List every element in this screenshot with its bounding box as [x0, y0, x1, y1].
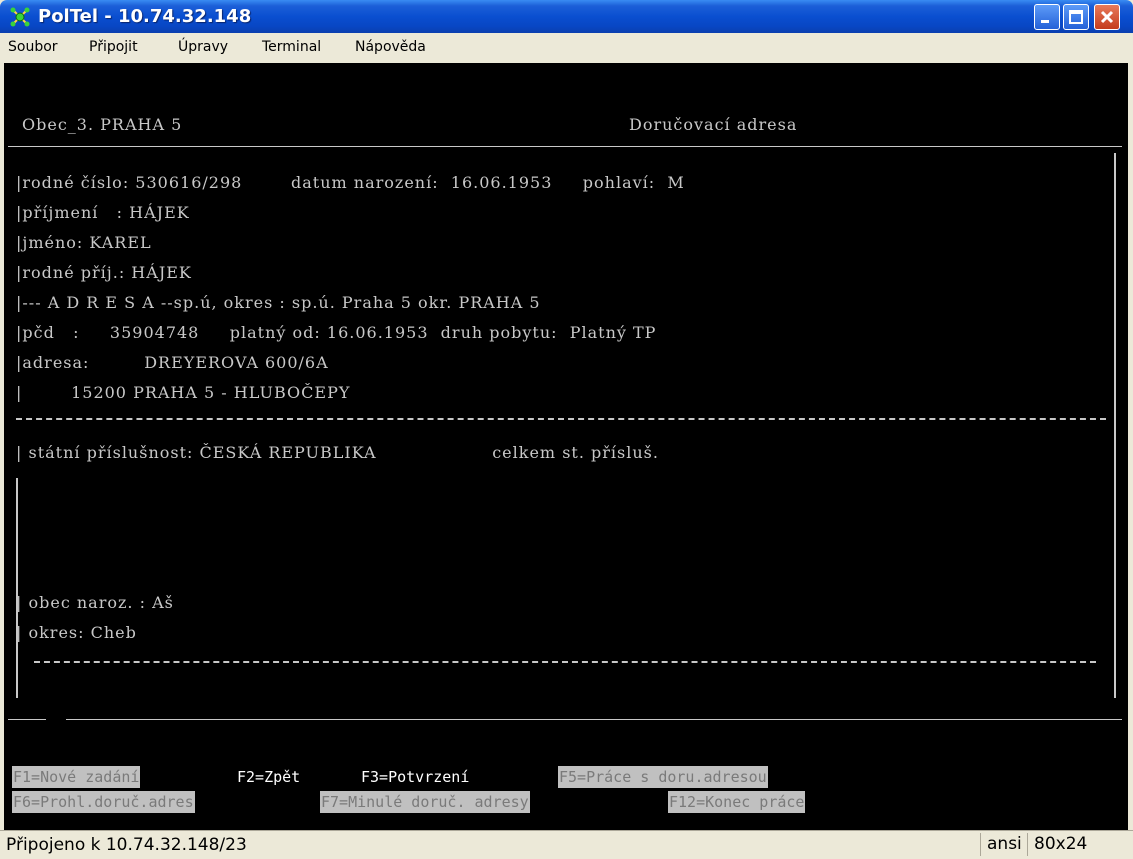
header-screen-title: Doručovací adresa [629, 115, 798, 134]
menu-upravy[interactable]: Úpravy [178, 39, 228, 55]
status-bar: Připojeno k 10.74.32.148/23 ansi 80x24 [0, 830, 1133, 859]
minimize-button[interactable] [1034, 4, 1060, 30]
frame-right-border [1114, 153, 1116, 698]
field-surname: |příjmení : HÁJEK [16, 203, 190, 222]
maximize-icon [1069, 10, 1083, 24]
field-first-name: |jméno: KAREL [16, 233, 152, 252]
field-birth-number: |rodné číslo: 530616/298 datum narození:… [16, 173, 685, 192]
f3-confirm-key[interactable]: F3=Potvrzení [360, 766, 471, 788]
frame-bottom-line-right [66, 719, 1122, 720]
f1-new-entry-key[interactable]: F1=Nové zadání [12, 766, 141, 788]
frame-top-line [8, 146, 1122, 147]
header-municipality: Obec_3. PRAHA 5 [22, 115, 183, 134]
f12-end-work-key[interactable]: F12=Konec práce [668, 791, 806, 813]
terminal-screen[interactable]: Obec_3. PRAHA 5 Doručovací adresa |rodné… [4, 63, 1128, 830]
address-section-heading: |--- A D R E S A --sp.ú, okres : sp.ú. P… [16, 293, 541, 312]
field-address-street: |adresa: DREYEROVA 600/6A [16, 353, 329, 372]
f5-delivery-address-key[interactable]: F5=Práce s doru.adresou [558, 766, 768, 788]
menu-terminal[interactable]: Terminal [262, 39, 321, 55]
close-icon [1100, 10, 1114, 24]
window-title: PolTel - 10.74.32.148 [38, 6, 252, 27]
menu-soubor[interactable]: Soubor [8, 39, 58, 55]
frame-left-border [16, 478, 18, 698]
f6-browse-addresses-key[interactable]: F6=Prohl.doruč.adres [12, 791, 195, 813]
encoding-indicator: ansi [980, 833, 1029, 856]
field-birth-municipality: | obec naroz. : Aš [16, 593, 174, 612]
maximize-button[interactable] [1063, 4, 1089, 30]
field-birth-surname: |rodné příj.: HÁJEK [16, 263, 192, 282]
field-citizenship: | státní příslušnost: ČESKÁ REPUBLIKA ce… [16, 443, 659, 462]
app-network-icon [10, 7, 30, 27]
terminal-size-indicator: 80x24 [1027, 833, 1129, 856]
field-birth-district: | okres: Cheb [16, 623, 137, 642]
frame-bottom-line-left [8, 719, 46, 720]
minimize-icon [1041, 20, 1049, 23]
f2-back-key[interactable]: F2=Zpět [236, 766, 302, 788]
inner-divider [34, 661, 1096, 663]
menu-pripojit[interactable]: Připojit [89, 39, 138, 55]
field-pcd-validity: |pčd : 35904748 platný od: 16.06.1953 dr… [16, 323, 657, 342]
section-divider [16, 418, 1106, 420]
field-address-city: | 15200 PRAHA 5 - HLUBOČEPY [16, 383, 351, 402]
menu-bar: Soubor Připojit Úpravy Terminal Nápověda [0, 33, 1133, 63]
title-bar[interactable]: PolTel - 10.74.32.148 [0, 0, 1133, 33]
f7-previous-addresses-key[interactable]: F7=Minulé doruč. adresy [320, 791, 530, 813]
connection-status: Připojeno k 10.74.32.148/23 [6, 835, 247, 855]
close-button[interactable] [1094, 4, 1120, 30]
menu-napoveda[interactable]: Nápověda [355, 39, 426, 55]
